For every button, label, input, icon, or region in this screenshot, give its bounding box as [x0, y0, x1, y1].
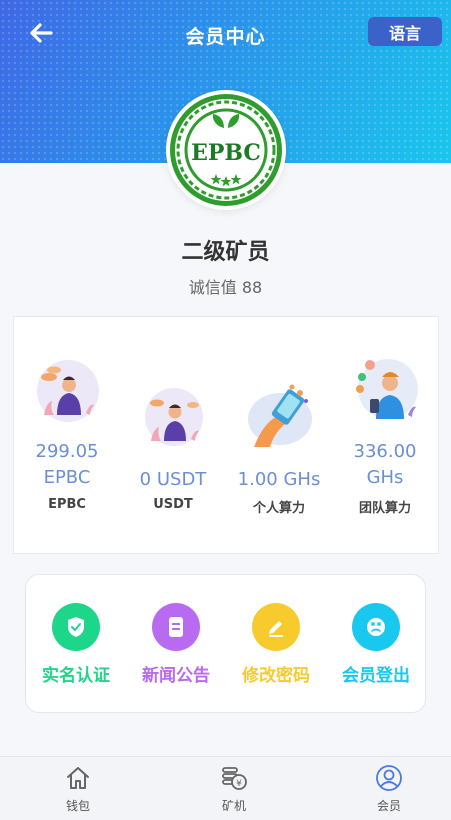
- action-label: 实名认证: [42, 666, 110, 686]
- member-logout-button[interactable]: 会员登出: [326, 575, 426, 714]
- coins-icon: ¥: [222, 767, 247, 790]
- stat-epbc[interactable]: 299.05 EPBC EPBC: [14, 317, 120, 555]
- member-level: 二级矿员: [181, 240, 270, 265]
- news-announcement-button[interactable]: 新闻公告: [126, 575, 226, 714]
- document-icon: [169, 617, 183, 637]
- stat-label: 团队算力: [358, 501, 411, 516]
- stat-label: USDT: [153, 497, 193, 512]
- action-icon-circle: [152, 603, 200, 651]
- home-icon: [67, 767, 89, 789]
- action-icon-circle: [252, 603, 300, 651]
- tab-label: 会员: [376, 799, 401, 813]
- svg-text:¥: ¥: [236, 779, 242, 789]
- stats-card: 299.05 EPBC EPBC 0 USDT USDT 1.00 GHs 个人…: [13, 316, 439, 554]
- tab-member[interactable]: 会员: [339, 757, 439, 820]
- man-with-coins-illustration: [37, 360, 99, 422]
- tab-miner[interactable]: ¥ 矿机: [184, 757, 284, 820]
- logout-face-icon: [367, 618, 385, 636]
- tab-label: 矿机: [221, 799, 246, 813]
- tab-label: 钱包: [65, 799, 90, 813]
- stat-usdt[interactable]: 0 USDT USDT: [120, 317, 226, 555]
- credit-score: 诚信值 88: [188, 278, 263, 297]
- man-with-phone-illustration: [356, 359, 418, 419]
- user-icon: [376, 765, 402, 791]
- action-icon-circle: [52, 603, 100, 651]
- tab-wallet[interactable]: 钱包: [28, 757, 128, 820]
- stat-value: 0 USDT: [139, 469, 207, 490]
- tab-bar: 钱包 ¥ 矿机 会员: [0, 756, 451, 820]
- stat-value: 1.00 GHs: [237, 469, 321, 490]
- actions-card: 实名认证 新闻公告 修改密码 会员登出: [25, 574, 426, 713]
- edit-icon: [269, 621, 283, 637]
- language-button[interactable]: 语言: [368, 17, 442, 46]
- logo: EPBC: [166, 90, 286, 210]
- hand-with-phone-illustration: [248, 384, 312, 447]
- stat-label: EPBC: [48, 497, 86, 512]
- stat-personal-hashrate[interactable]: 1.00 GHs 个人算力: [226, 317, 332, 555]
- action-label: 修改密码: [242, 666, 310, 686]
- stat-unit: GHs: [366, 467, 404, 488]
- logo-text: EPBC: [191, 140, 261, 166]
- action-label: 会员登出: [342, 666, 410, 686]
- man-with-coins-illustration: [145, 388, 203, 446]
- change-password-button[interactable]: 修改密码: [226, 575, 326, 714]
- real-name-verification-button[interactable]: 实名认证: [26, 575, 126, 714]
- stat-label: 个人算力: [252, 501, 305, 516]
- shield-check-icon: [68, 617, 84, 637]
- stat-team-hashrate[interactable]: 336.00 GHs 团队算力: [332, 317, 438, 555]
- stat-value: 299.05: [35, 441, 99, 462]
- stat-value: 336.00: [353, 441, 417, 462]
- action-icon-circle: [352, 603, 400, 651]
- action-label: 新闻公告: [142, 666, 210, 686]
- stat-unit: EPBC: [43, 467, 91, 488]
